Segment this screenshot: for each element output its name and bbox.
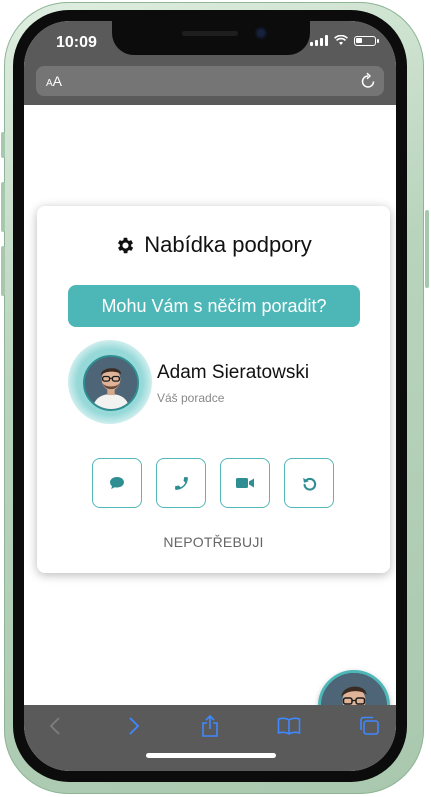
notch bbox=[112, 21, 310, 55]
bookmarks-button[interactable] bbox=[274, 714, 304, 738]
silent-switch bbox=[1, 132, 5, 158]
card-title: Nabídka podpory bbox=[37, 232, 390, 258]
call-button[interactable] bbox=[156, 458, 206, 508]
phone-screen: 10:09 AAAA bbox=[24, 21, 396, 771]
text-size-button[interactable]: AAAA bbox=[46, 73, 62, 89]
agent-role: Váš poradce bbox=[157, 391, 225, 405]
book-icon bbox=[277, 717, 301, 735]
share-button[interactable] bbox=[195, 714, 225, 738]
card-title-text: Nabídka podpory bbox=[144, 232, 312, 257]
wifi-icon bbox=[334, 35, 348, 45]
phone-icon bbox=[174, 476, 188, 490]
ask-question-button[interactable]: Mohu Vám s něčím poradit? bbox=[68, 285, 360, 327]
support-offer-card: Nabídka podpory Mohu Vám s něčím poradit… bbox=[37, 206, 390, 573]
power-button bbox=[425, 210, 429, 288]
browser-top-bar: 10:09 AAAA bbox=[24, 21, 396, 105]
callback-icon bbox=[302, 477, 316, 491]
web-page: Nabídka podpory Mohu Vám s něčím poradit… bbox=[24, 105, 396, 742]
back-button[interactable] bbox=[40, 714, 70, 738]
status-icons bbox=[310, 35, 379, 46]
chat-button[interactable] bbox=[92, 458, 142, 508]
agent-avatar bbox=[83, 355, 139, 411]
status-time: 10:09 bbox=[56, 34, 97, 51]
speaker bbox=[182, 31, 238, 36]
front-camera bbox=[257, 29, 265, 37]
address-bar[interactable]: AAAA bbox=[36, 66, 384, 96]
agent-profile: Adam Sieratowski Váš poradce bbox=[68, 340, 371, 424]
gear-icon bbox=[118, 237, 134, 253]
chevron-left-icon bbox=[49, 717, 60, 735]
video-icon bbox=[236, 478, 254, 488]
volume-up-button bbox=[1, 182, 5, 232]
chevron-right-icon bbox=[129, 717, 140, 735]
tabs-icon bbox=[360, 716, 379, 735]
cellular-signal-icon bbox=[310, 35, 328, 46]
share-icon bbox=[202, 715, 218, 737]
callback-button[interactable] bbox=[284, 458, 334, 508]
decline-button[interactable]: NEPOTŘEBUJI bbox=[37, 534, 390, 550]
tabs-button[interactable] bbox=[354, 714, 384, 738]
chat-icon bbox=[110, 477, 124, 489]
battery-icon bbox=[354, 35, 379, 46]
forward-button[interactable] bbox=[119, 714, 149, 738]
home-indicator[interactable] bbox=[146, 753, 276, 758]
volume-down-button bbox=[1, 246, 5, 296]
reload-icon[interactable] bbox=[360, 72, 376, 90]
browser-toolbar bbox=[24, 705, 396, 771]
agent-name: Adam Sieratowski bbox=[157, 362, 310, 383]
contact-actions bbox=[92, 458, 334, 508]
video-call-button[interactable] bbox=[220, 458, 270, 508]
